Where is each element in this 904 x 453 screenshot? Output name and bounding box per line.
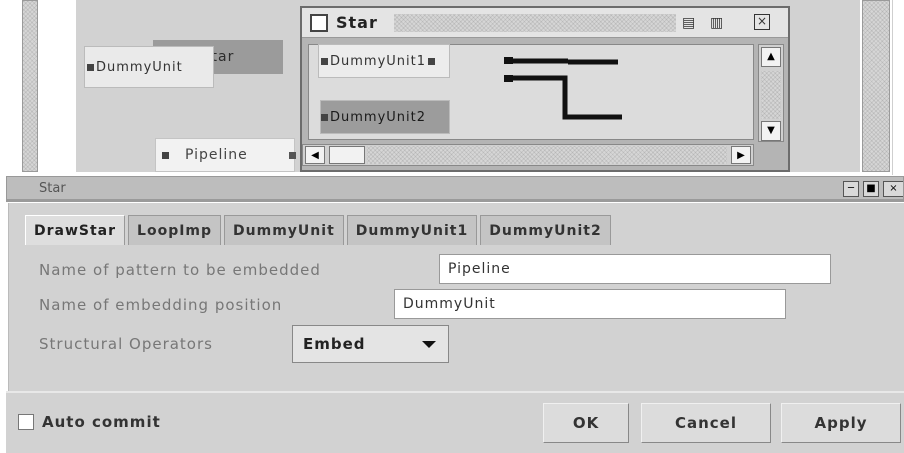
dummyunit2-node-label: DummyUnit2 xyxy=(330,109,427,125)
dropdown-arrow-icon[interactable] xyxy=(422,341,436,348)
dummyunit1-node-label: DummyUnit1 xyxy=(330,53,427,69)
expand-icon[interactable]: ▥ xyxy=(710,14,723,32)
right-edge-panel xyxy=(892,0,904,175)
properties-panel: DrawStar LoopImp DummyUnit DummyUnit1 Du… xyxy=(8,203,904,391)
apply-button[interactable]: Apply xyxy=(781,403,901,443)
auto-commit-label: Auto commit xyxy=(42,413,161,431)
shrink-icon[interactable]: ▤ xyxy=(682,14,695,32)
scroll-up-icon[interactable]: ▲ xyxy=(761,47,781,67)
pipeline-input-port-icon[interactable] xyxy=(162,151,169,159)
cancel-button[interactable]: Cancel xyxy=(641,403,771,443)
auto-commit-toggle[interactable]: Auto commit xyxy=(18,413,161,431)
maximize-icon[interactable]: ■ xyxy=(863,181,879,197)
pipeline-output-port-icon[interactable] xyxy=(289,151,296,159)
titlebar-drag-area[interactable] xyxy=(394,14,676,32)
star-window-titlebar[interactable]: Star ▤ ▥ × xyxy=(302,8,788,38)
star-horizontal-scrollbar[interactable]: ◀ ▶ xyxy=(302,144,754,166)
properties-window-title: Star xyxy=(39,180,66,196)
properties-titlebar[interactable]: Star ─ ■ × xyxy=(6,176,904,202)
dummyunit2-input-port-icon[interactable] xyxy=(321,113,328,121)
auto-commit-checkbox[interactable] xyxy=(18,414,34,430)
close-icon[interactable]: × xyxy=(754,14,770,30)
dummyunit-node[interactable]: DummyUnit xyxy=(84,46,214,88)
embedding-position-label: Name of embedding position xyxy=(39,296,283,314)
tab-strip: DrawStar LoopImp DummyUnit DummyUnit1 Du… xyxy=(25,215,614,245)
star-vertical-scrollbar[interactable]: ▲ ▼ xyxy=(758,44,784,142)
ok-button[interactable]: OK xyxy=(543,403,629,443)
pattern-name-input[interactable] xyxy=(439,254,831,284)
structural-operators-label: Structural Operators xyxy=(39,335,213,353)
dummyunit1-node[interactable]: DummyUnit1 xyxy=(318,44,450,78)
dialog-footer: Auto commit OK Cancel Apply xyxy=(6,391,904,453)
horizontal-scroll-thumb[interactable] xyxy=(329,146,365,164)
left-scrollbar[interactable] xyxy=(22,0,38,172)
minimize-icon[interactable]: ─ xyxy=(843,181,859,197)
dummyunit2-node[interactable]: DummyUnit2 xyxy=(320,100,450,134)
vertical-scroll-track[interactable] xyxy=(761,71,781,119)
tab-dummyunit2[interactable]: DummyUnit2 xyxy=(480,215,611,245)
pipeline-node-label: Pipeline xyxy=(185,147,248,163)
star-window-title: Star xyxy=(336,13,378,32)
horizontal-scroll-track[interactable] xyxy=(367,146,727,164)
dummyunit1-input-port-icon[interactable] xyxy=(321,57,328,65)
window-menu-icon[interactable] xyxy=(310,13,328,32)
embedding-position-input[interactable] xyxy=(394,289,786,319)
tab-loopimp[interactable]: LoopImp xyxy=(128,215,222,245)
right-scrollbar[interactable] xyxy=(862,0,890,172)
structural-operators-value: Embed xyxy=(303,335,366,353)
dummyunit-node-label: DummyUnit xyxy=(96,59,183,75)
pattern-canvas-area: Star Pipeline Star ▤ ▥ × ▲ ▼ ◀ ▶ DummyUn… xyxy=(0,0,904,175)
star-internal-window: Star ▤ ▥ × ▲ ▼ ◀ ▶ xyxy=(300,6,790,172)
tab-drawstar[interactable]: DrawStar xyxy=(25,215,126,245)
tab-dummyunit1[interactable]: DummyUnit1 xyxy=(346,215,478,245)
scroll-left-icon[interactable]: ◀ xyxy=(305,146,325,164)
scroll-down-icon[interactable]: ▼ xyxy=(761,121,781,141)
tab-dummyunit[interactable]: DummyUnit xyxy=(224,215,344,245)
close-window-icon[interactable]: × xyxy=(883,181,903,197)
scroll-right-icon[interactable]: ▶ xyxy=(731,146,751,164)
pattern-name-label: Name of pattern to be embedded xyxy=(39,261,321,279)
dummyunit-input-port-icon[interactable] xyxy=(87,63,94,71)
pipeline-node[interactable]: Pipeline xyxy=(155,138,296,172)
structural-operators-select[interactable]: Embed xyxy=(292,325,449,363)
dummyunit1-output-port-icon[interactable] xyxy=(428,57,436,65)
